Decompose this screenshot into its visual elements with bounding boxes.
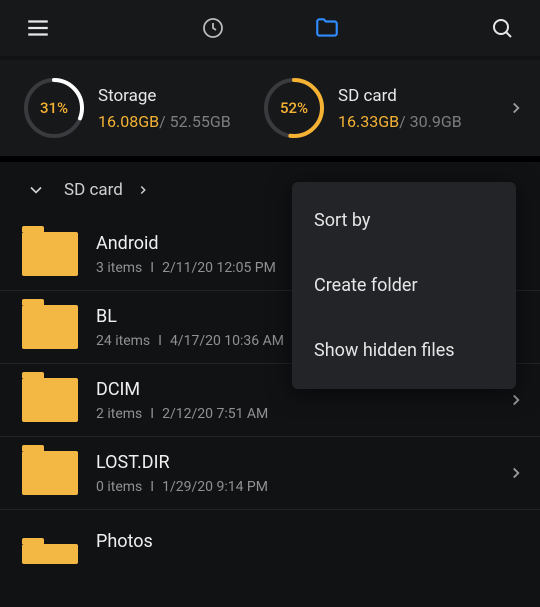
folder-icon [22, 544, 78, 564]
chevron-right-icon[interactable] [502, 386, 530, 414]
storage-ring-internal: 31% [22, 76, 86, 140]
internal-storage-card[interactable]: 31% Storage 16.08GB/ 52.55GB [22, 76, 262, 140]
sd-card-storage-card[interactable]: 52% SD card 16.33GB/ 30.9GB [262, 76, 502, 140]
chevron-right-icon[interactable] [502, 459, 530, 487]
storage-size-sd: 16.33GB/ 30.9GB [338, 112, 462, 131]
folder-name: Photos [96, 531, 530, 552]
chevron-down-icon[interactable] [22, 176, 50, 204]
storage-label-sd: SD card [338, 86, 462, 106]
storage-panel[interactable]: 31% Storage 16.08GB/ 52.55GB 52% SD card… [0, 60, 540, 156]
folder-icon [22, 378, 78, 422]
storage-label-internal: Storage [98, 86, 231, 106]
storage-percent-internal: 31% [22, 76, 86, 140]
folder-icon [22, 305, 78, 349]
folder-meta: 0 itemsI1/29/20 9:14 PM [96, 479, 484, 495]
folder-meta: 2 itemsI2/12/20 7:51 AM [96, 406, 484, 422]
menu-icon[interactable] [24, 14, 52, 42]
chevron-right-icon[interactable] [502, 94, 530, 122]
recent-tab-icon[interactable] [199, 14, 227, 42]
storage-percent-sd: 52% [262, 76, 326, 140]
storage-size-internal: 16.08GB/ 52.55GB [98, 112, 231, 131]
files-tab-icon[interactable] [313, 14, 341, 42]
menu-show-hidden[interactable]: Show hidden files [292, 318, 516, 383]
folder-name: LOST.DIR [96, 452, 484, 473]
folder-icon [22, 451, 78, 495]
storage-ring-sd: 52% [262, 76, 326, 140]
search-icon[interactable] [488, 14, 516, 42]
menu-sort-by[interactable]: Sort by [292, 188, 516, 253]
list-item[interactable]: LOST.DIR 0 itemsI1/29/20 9:14 PM [0, 437, 540, 510]
chevron-right-icon [129, 176, 157, 204]
top-bar [0, 0, 540, 56]
context-menu: Sort by Create folder Show hidden files [292, 182, 516, 389]
breadcrumb-label[interactable]: SD card [64, 180, 123, 200]
menu-create-folder[interactable]: Create folder [292, 253, 516, 318]
folder-icon [22, 232, 78, 276]
list-item[interactable]: Photos [0, 510, 540, 578]
